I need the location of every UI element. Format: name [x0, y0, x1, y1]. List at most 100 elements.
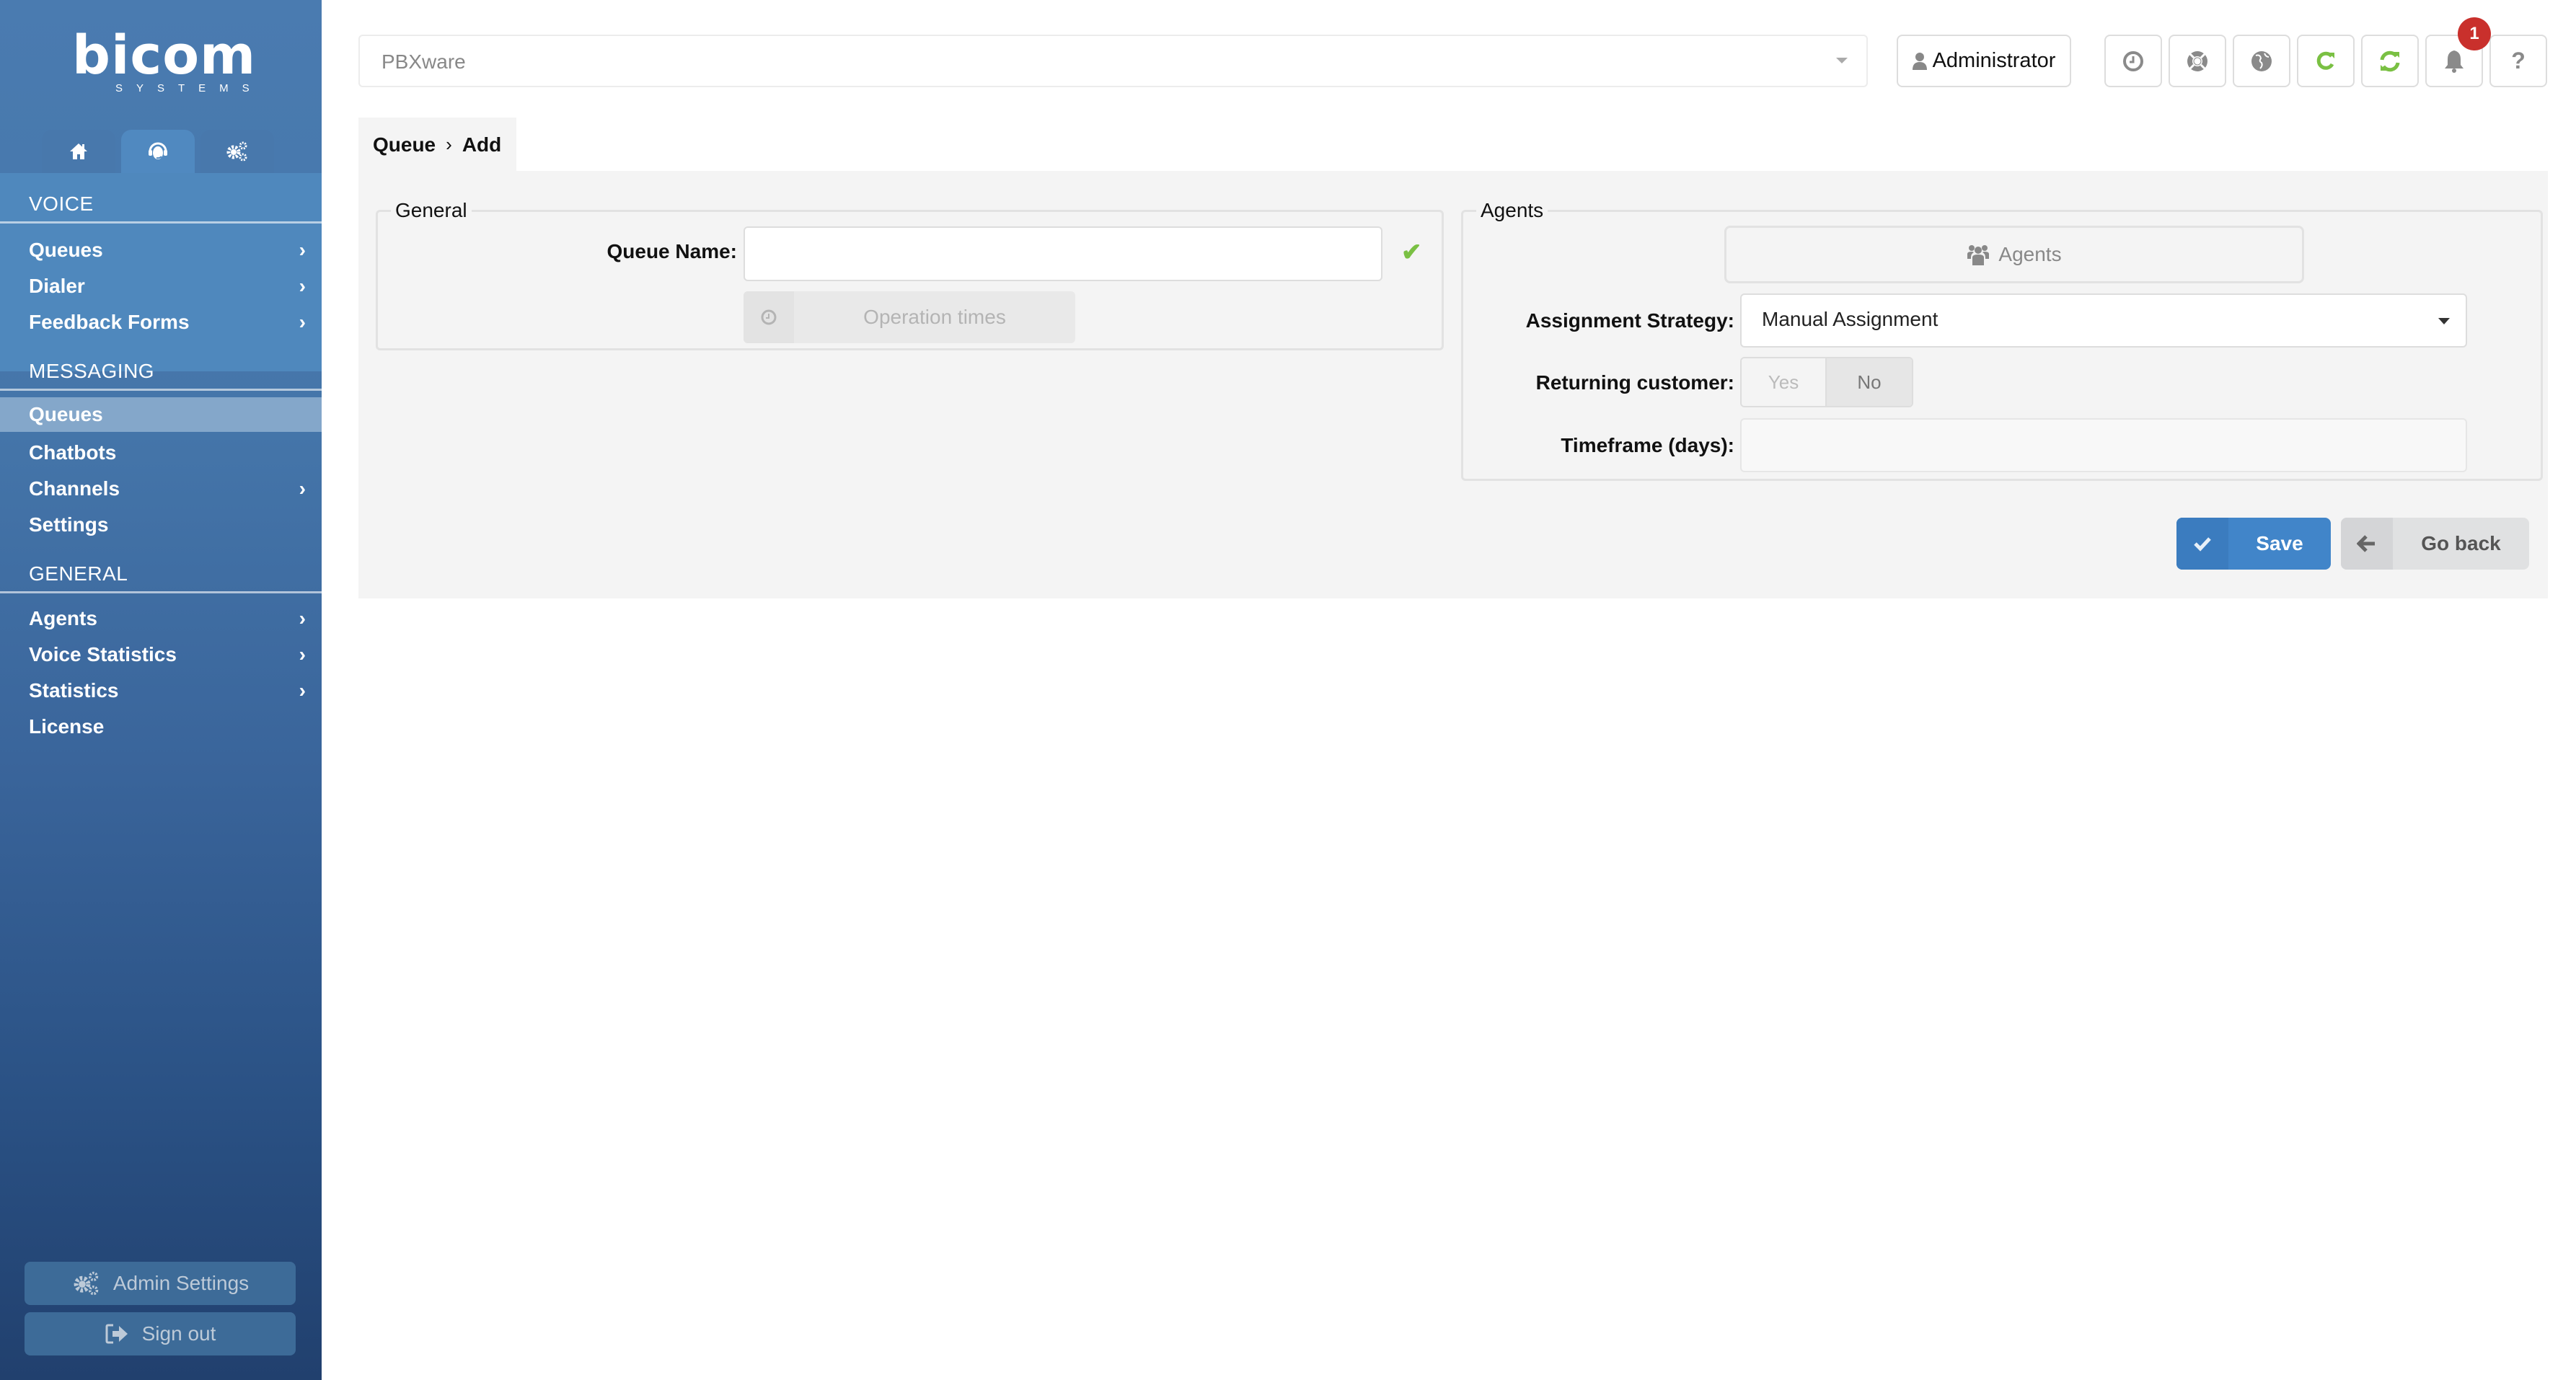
chevron-right-icon: ›	[299, 477, 306, 500]
nav-tab-home[interactable]	[42, 130, 115, 173]
agents-button-label: Agents	[1998, 243, 2062, 265]
sidebar-item-agents[interactable]: Agents ›	[0, 601, 322, 636]
home-icon	[70, 143, 87, 159]
reload-button[interactable]	[2297, 35, 2355, 87]
breadcrumb-parent[interactable]: Queue	[373, 133, 436, 156]
headset-icon	[149, 142, 167, 159]
save-button[interactable]: Save	[2176, 518, 2331, 570]
sidebar-item-voice-queues[interactable]: Queues ›	[0, 233, 322, 267]
sidebar-item-statistics[interactable]: Statistics ›	[0, 673, 322, 708]
timeframe-label: Timeframe (days):	[1561, 434, 1734, 456]
clock-icon	[744, 291, 794, 343]
operation-times-button[interactable]: Operation times	[744, 291, 1075, 343]
breadcrumb-current: Add	[462, 133, 502, 156]
caret-down-icon	[2438, 318, 2450, 324]
sign-out-icon	[105, 1324, 128, 1344]
check-icon	[2176, 518, 2228, 570]
sidebar-item-feedback-forms[interactable]: Feedback Forms ›	[0, 305, 322, 340]
assignment-strategy-value: Manual Assignment	[1762, 308, 1938, 330]
caret-down-icon	[1836, 58, 1848, 63]
users-icon	[1967, 245, 1990, 265]
sidebar-item-label: License	[29, 715, 105, 738]
queue-name-input[interactable]	[744, 226, 1382, 281]
sidebar-item-label: Feedback Forms	[29, 311, 190, 333]
admin-settings-button[interactable]: Admin Settings	[25, 1262, 296, 1305]
chevron-right-icon: ›	[299, 275, 306, 297]
chevron-right-icon: ›	[299, 239, 306, 261]
nav-tab-settings[interactable]	[200, 130, 274, 173]
sidebar-item-messaging-queues[interactable]: Queues	[0, 397, 322, 432]
sidebar-item-label: Settings	[29, 513, 109, 536]
support-button[interactable]	[2169, 35, 2226, 87]
go-back-button[interactable]: Go back	[2341, 518, 2529, 570]
admin-settings-label: Admin Settings	[113, 1272, 250, 1294]
globe-icon	[2251, 50, 2272, 71]
notification-badge: 1	[2458, 17, 2491, 50]
sign-out-label: Sign out	[141, 1322, 216, 1345]
user-menu-label: Administrator	[1932, 49, 2056, 72]
user-icon	[1912, 52, 1927, 70]
section-title: GENERAL	[29, 562, 128, 585]
clock-icon	[2123, 50, 2143, 71]
returning-customer-toggle: Yes No	[1740, 357, 1913, 407]
chevron-right-icon: ›	[299, 643, 306, 665]
sidebar-item-voice-statistics[interactable]: Voice Statistics ›	[0, 637, 322, 672]
sidebar-item-channels[interactable]: Channels ›	[0, 472, 322, 506]
sidebar-item-settings[interactable]: Settings	[0, 508, 322, 542]
section-title: MESSAGING	[29, 360, 155, 382]
clock-button[interactable]	[2104, 35, 2162, 87]
nav-tab-contact-center[interactable]	[121, 130, 195, 173]
breadcrumb: Queue › Add	[358, 118, 516, 172]
help-button[interactable]: ?	[2489, 35, 2547, 87]
save-label: Save	[2256, 532, 2303, 554]
gears-icon	[226, 141, 247, 162]
bell-icon	[2445, 50, 2463, 73]
system-select[interactable]: PBXware	[358, 35, 1868, 87]
returning-customer-no-option[interactable]: No	[1827, 358, 1912, 406]
agents-button[interactable]: Agents	[1724, 226, 2304, 283]
sidebar-item-dialer[interactable]: Dialer ›	[0, 269, 322, 304]
chevron-right-icon: ›	[299, 311, 306, 333]
assignment-strategy-select[interactable]: Manual Assignment	[1740, 293, 2467, 348]
system-select-value: PBXware	[381, 50, 466, 73]
sidebar-item-license[interactable]: License	[0, 709, 322, 744]
timeframe-input[interactable]	[1740, 418, 2467, 472]
logo-text: bicom	[72, 25, 257, 87]
bicom-logo[interactable]: bicom SYSTEMS	[72, 25, 257, 94]
returning-customer-yes-option[interactable]: Yes	[1742, 358, 1827, 406]
sidebar-item-label: Chatbots	[29, 441, 117, 464]
valid-check-icon: ✔	[1401, 239, 1422, 266]
operation-times-label: Operation times	[863, 306, 1006, 328]
breadcrumb-separator-icon: ›	[446, 133, 452, 155]
chevron-right-icon: ›	[299, 607, 306, 629]
help-icon: ?	[2511, 48, 2526, 74]
section-header-messaging: MESSAGING	[0, 360, 322, 391]
assignment-strategy-label: Assignment Strategy:	[1525, 309, 1734, 332]
sync-button[interactable]	[2361, 35, 2419, 87]
sidebar-item-label: Agents	[29, 607, 97, 629]
sidebar-item-label: Queues	[29, 239, 103, 261]
sidebar-item-label: Statistics	[29, 679, 119, 702]
sidebar-item-label: Dialer	[29, 275, 85, 297]
go-back-label: Go back	[2421, 532, 2501, 554]
language-button[interactable]	[2233, 35, 2290, 87]
sidebar-item-label: Voice Statistics	[29, 643, 177, 665]
sidebar-item-label: Channels	[29, 477, 120, 500]
reload-icon	[2316, 51, 2334, 70]
sidebar-nav-tabs	[42, 130, 274, 173]
sign-out-button[interactable]: Sign out	[25, 1312, 296, 1355]
chevron-right-icon: ›	[299, 679, 306, 702]
section-header-general: GENERAL	[0, 562, 322, 593]
sidebar-item-chatbots[interactable]: Chatbots	[0, 435, 322, 470]
agents-legend: Agents	[1481, 199, 1544, 221]
queue-name-label: Queue Name:	[606, 240, 738, 262]
sync-icon	[2380, 50, 2400, 71]
lifebuoy-icon	[2187, 50, 2207, 71]
arrow-left-icon	[2341, 518, 2393, 570]
gears-icon	[74, 1271, 99, 1296]
section-title: VOICE	[29, 193, 94, 215]
general-legend: General	[395, 199, 467, 221]
user-menu-button[interactable]: Administrator	[1897, 35, 2071, 87]
sidebar-item-label: Queues	[29, 403, 103, 425]
sidebar: bicom SYSTEMS VOICE Queues › Dialer › Feed…	[0, 0, 322, 1380]
